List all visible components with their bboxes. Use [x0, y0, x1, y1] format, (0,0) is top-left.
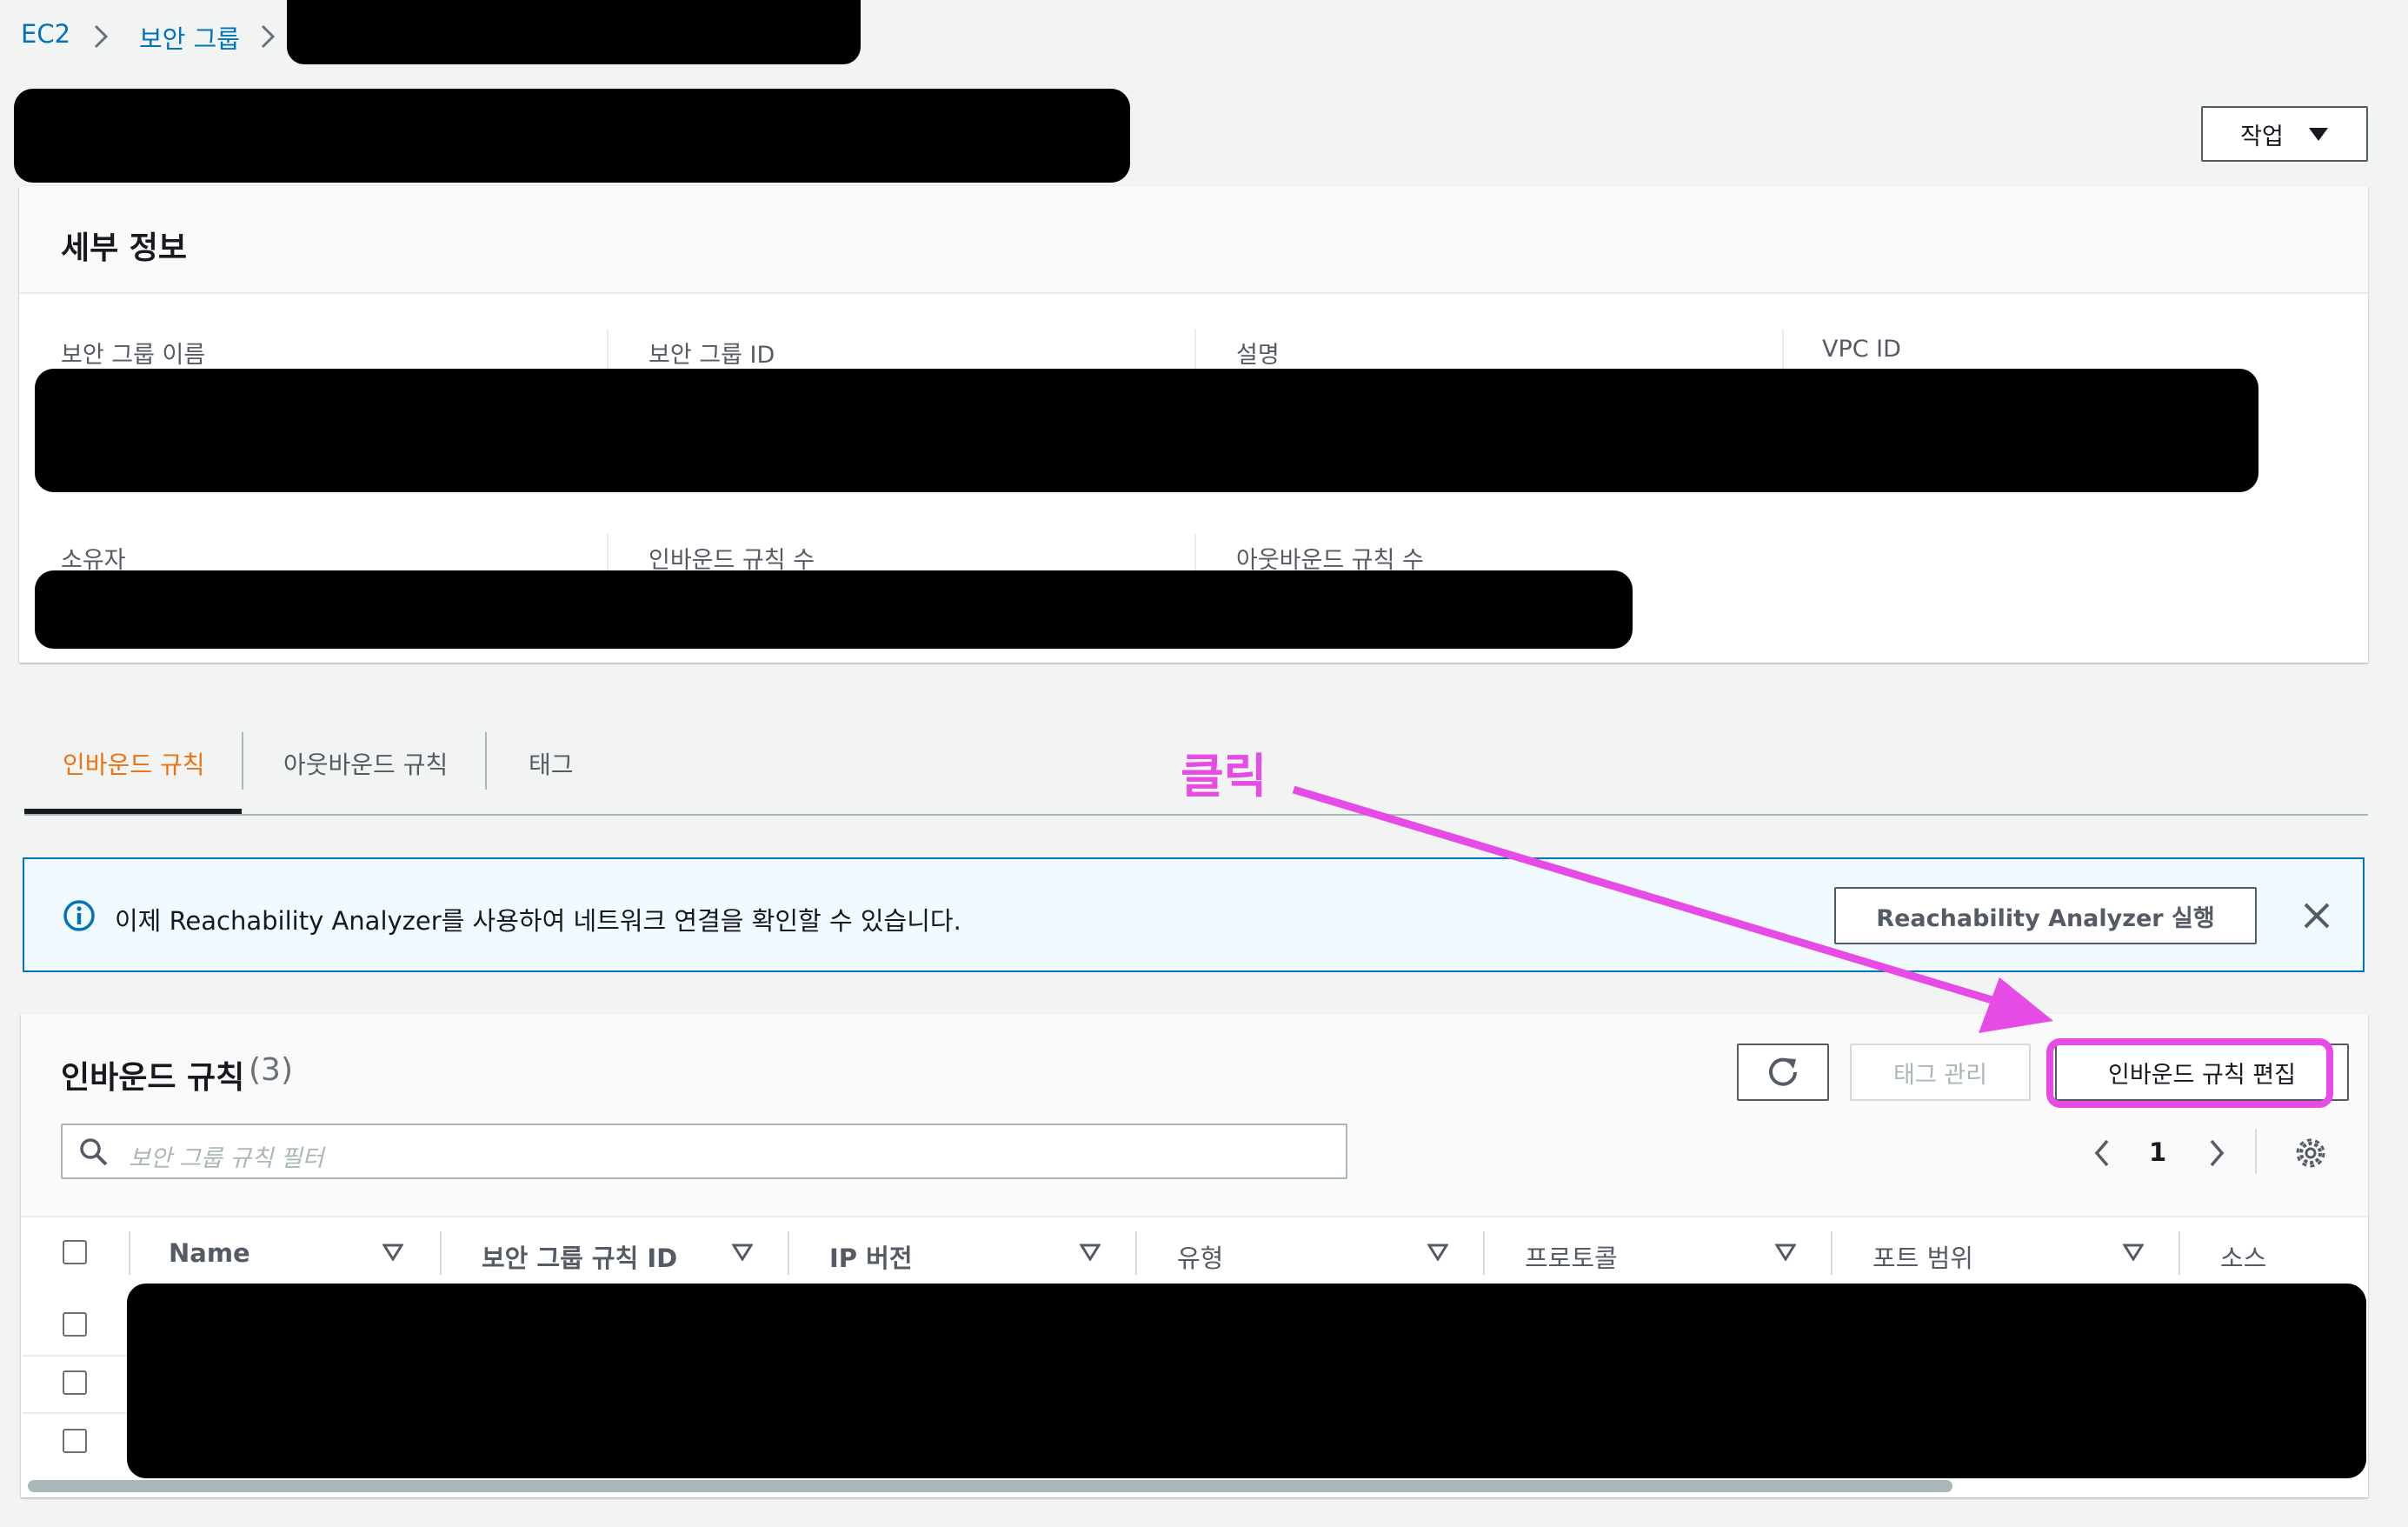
annotation-highlight-box: [2046, 1038, 2333, 1108]
annotation-arrow-icon: [1292, 785, 2053, 1033]
